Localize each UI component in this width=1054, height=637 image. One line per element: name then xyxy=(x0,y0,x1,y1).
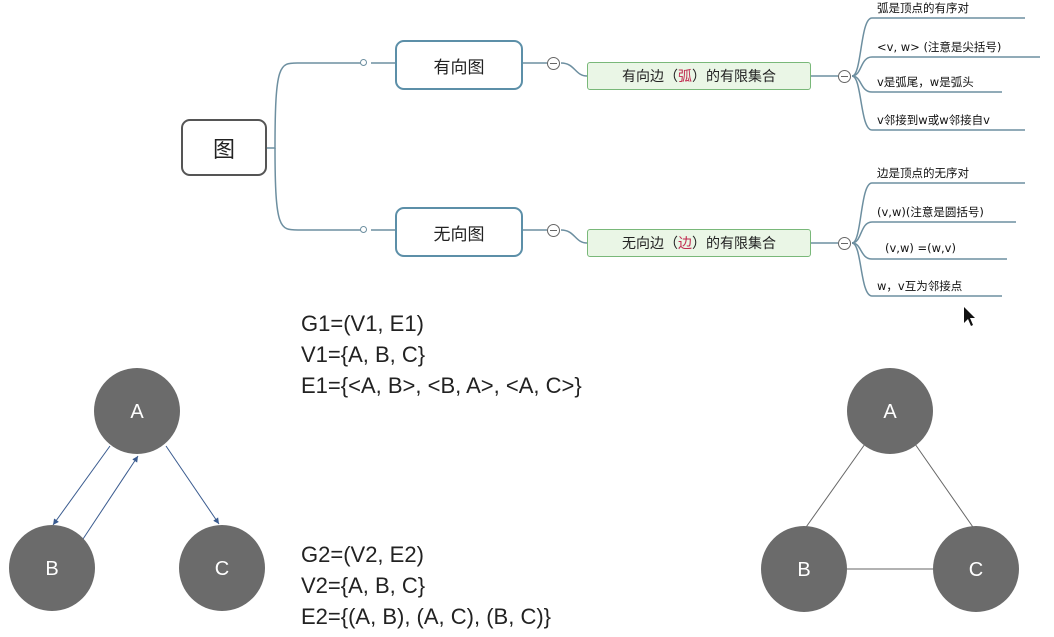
collapse-toggle[interactable] xyxy=(547,57,560,70)
leaf-node[interactable]: 弧是顶点的有序对 xyxy=(877,0,969,16)
formula-line: V2={A, B, C} xyxy=(301,573,426,598)
definition-text: ）的有限集合 xyxy=(692,69,776,85)
leaf-node[interactable]: (v,w) =(w,v) xyxy=(885,241,956,255)
leaf-node[interactable]: v邻接到w或w邻接自v xyxy=(877,112,990,128)
directed-graph-node[interactable]: 有向图 xyxy=(395,40,523,90)
definition-highlight: 弧 xyxy=(678,69,692,85)
undirected-graph: A B C xyxy=(761,368,1019,612)
undirected-definition-node[interactable]: 无向边（边）的有限集合 xyxy=(587,229,811,257)
arc-a-c xyxy=(165,445,220,525)
collapse-toggle[interactable] xyxy=(838,70,851,83)
formula-line: G1=(V1, E1) xyxy=(301,311,424,336)
edge-a-c xyxy=(914,443,976,531)
node-c-label: C xyxy=(969,559,983,581)
edge-a-b xyxy=(803,443,866,531)
undirected-graph-node[interactable]: 无向图 xyxy=(395,207,523,257)
formula-line: E1={<A, B>, <B, A>, <A, C>} xyxy=(301,373,582,398)
connector-dot xyxy=(360,59,367,66)
node-b-label: B xyxy=(45,558,58,580)
definition-text: ）的有限集合 xyxy=(692,236,776,252)
cursor-icon xyxy=(964,307,975,326)
node-a-label: A xyxy=(883,401,897,423)
arc-b-a xyxy=(82,455,139,540)
formula-g2: G2=(V2, E2) V2={A, B, C} E2={(A, B), (A, C… xyxy=(301,539,551,632)
root-node[interactable]: 图 xyxy=(181,119,267,176)
directed-definition-node[interactable]: 有向边（弧）的有限集合 xyxy=(587,62,811,90)
node-a-label: A xyxy=(130,401,144,423)
collapse-toggle[interactable] xyxy=(547,224,560,237)
formula-line: G2=(V2, E2) xyxy=(301,542,424,567)
collapse-toggle[interactable] xyxy=(838,237,851,250)
definition-text: 有向边（ xyxy=(622,69,678,85)
directed-graph: A B C xyxy=(9,368,265,611)
definition-highlight: 边 xyxy=(678,236,692,252)
node-b-label: B xyxy=(797,559,810,581)
formula-line: V1={A, B, C} xyxy=(301,342,426,367)
leaf-node[interactable]: w，v互为邻接点 xyxy=(877,278,962,294)
definition-text: 无向边（ xyxy=(622,236,678,252)
leaf-node[interactable]: <v, w> (注意是尖括号) xyxy=(877,39,1001,55)
leaf-node[interactable]: 边是顶点的无序对 xyxy=(877,165,969,181)
leaf-node[interactable]: (v,w)(注意是圆括号) xyxy=(877,204,984,220)
connector-dot xyxy=(360,226,367,233)
node-c-label: C xyxy=(215,558,229,580)
formula-g1: G1=(V1, E1) V1={A, B, C} E1={<A, B>, <B, A… xyxy=(301,308,582,401)
arc-a-b xyxy=(52,445,111,526)
formula-line: E2={(A, B), (A, C), (B, C)} xyxy=(301,604,552,629)
leaf-node[interactable]: v是弧尾，w是弧头 xyxy=(877,74,974,90)
